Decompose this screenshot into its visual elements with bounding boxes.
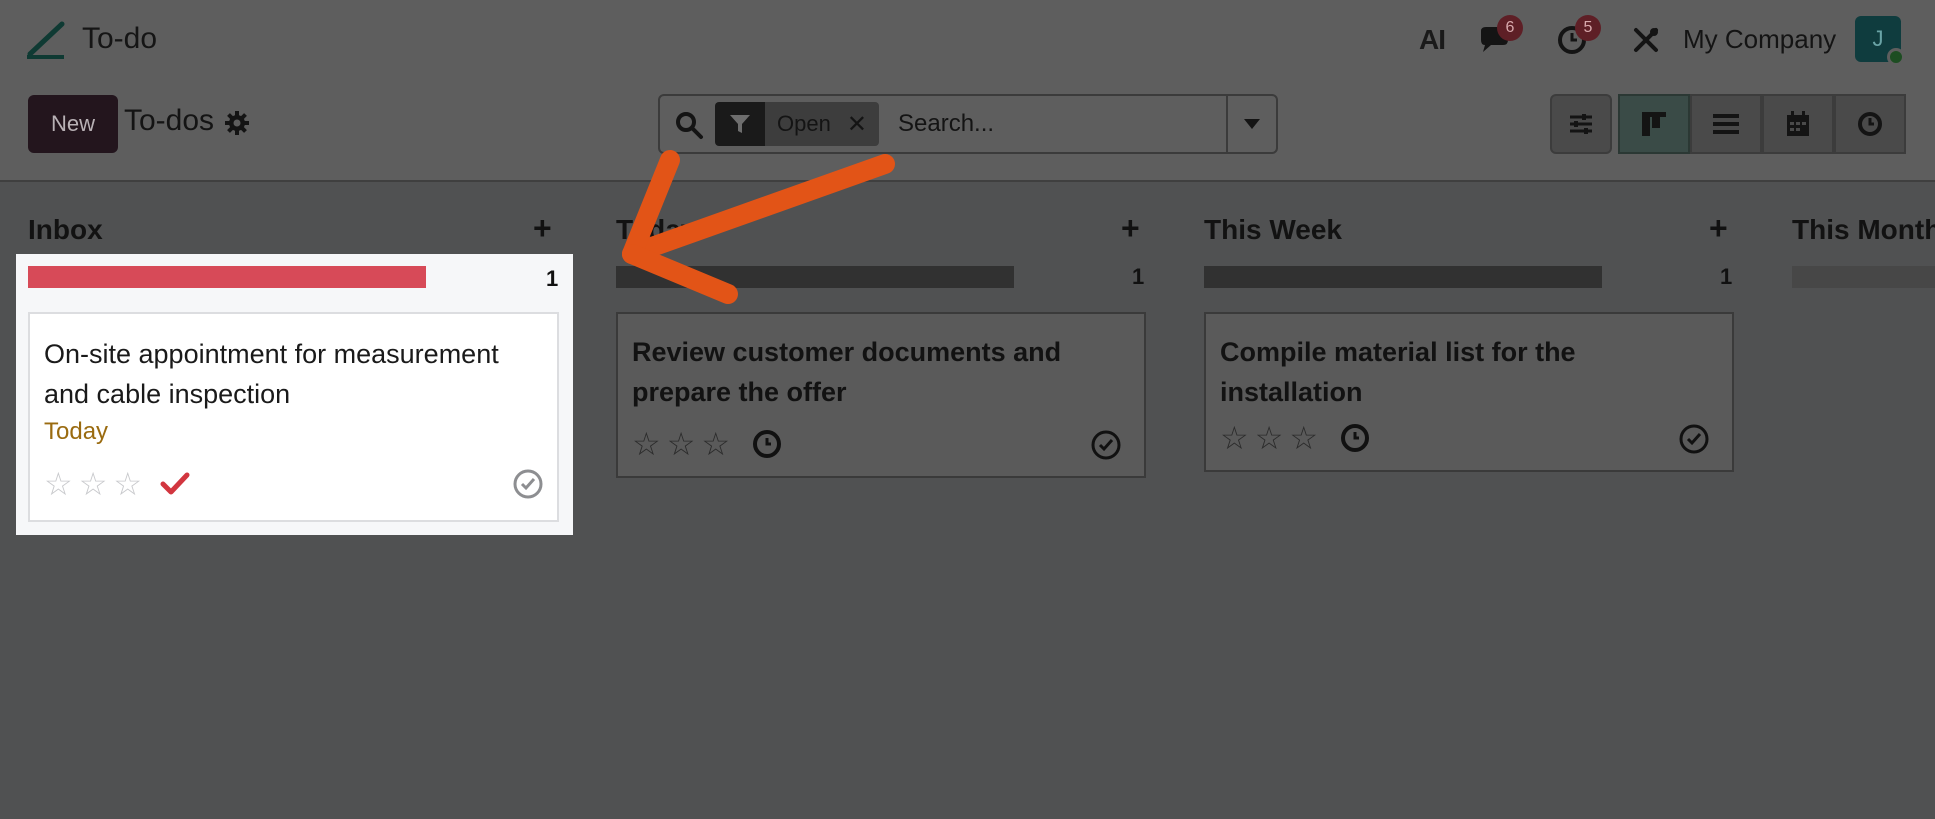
list-icon [1713,114,1739,134]
star-icon[interactable]: ☆ [1289,422,1318,454]
list-view-button[interactable] [1690,94,1762,154]
column-title: This Month [1792,214,1935,245]
view-switcher [1618,94,1906,154]
kanban-card[interactable]: Compile material list for the installati… [1204,312,1734,472]
inbox-count: 1 [546,266,559,291]
caret-down-icon [1244,119,1260,129]
ai-button[interactable]: AI [1412,18,1452,62]
card-title-line2: and cable inspection [44,379,291,409]
search-options-toggle[interactable] [1226,96,1276,152]
activity-clock-icon[interactable] [1340,423,1370,453]
kanban-card[interactable]: Review customer documents and prepare th… [616,312,1146,478]
top-navbar: To-do AI 6 5 My Company J [0,0,1935,82]
column-this-month: This Month [1792,208,1935,298]
mark-done-icon[interactable] [1090,429,1122,461]
activity-clock-icon [1858,112,1882,136]
priority-stars: ☆ ☆ ☆ [632,428,730,460]
star-icon[interactable]: ☆ [1255,422,1284,454]
activities-badge: 5 [1575,15,1601,41]
checkmark-activity-icon[interactable] [160,469,190,499]
column-title: This Week [1204,214,1342,245]
sliders-icon [1570,114,1592,134]
debug-button[interactable] [1628,18,1664,62]
star-icon[interactable]: ☆ [79,468,108,500]
card-footer: ☆ ☆ ☆ [632,426,1130,462]
priority-stars: ☆ ☆ ☆ [1220,422,1318,454]
messages-badge: 6 [1497,15,1523,41]
star-icon[interactable]: ☆ [667,428,696,460]
kanban-card[interactable]: On-site appointment for measurement and … [28,312,559,522]
avatar-initial: J [1872,26,1884,51]
app-name[interactable]: To-do [82,22,157,56]
card-deadline: Today [44,418,109,445]
column-count: 1 [1720,264,1733,289]
search-icon[interactable] [674,110,704,140]
search-input[interactable] [898,106,1198,142]
card-title-line1: On-site appointment for measurement [44,339,499,369]
control-panel: New To-dos Open ✕ [0,82,1935,182]
calendar-view-button[interactable] [1762,94,1834,154]
star-icon[interactable]: ☆ [44,468,73,500]
calendar-icon [1787,111,1809,136]
inbox-progress-bar[interactable] [28,266,426,288]
column-progress-bar[interactable] [1204,266,1602,288]
add-card-plus-icon[interactable]: + [1121,210,1140,247]
kanban-view-button[interactable] [1618,94,1690,154]
star-icon[interactable]: ☆ [632,428,661,460]
page-title: To-dos [124,104,215,137]
gear-icon[interactable] [224,110,250,136]
add-card-plus-icon[interactable]: + [1709,210,1728,247]
card-footer: ☆ ☆ ☆ [1220,420,1718,456]
remove-facet-icon[interactable]: ✕ [847,110,867,139]
filter-panel-button[interactable] [1550,94,1612,154]
todo-pen-icon[interactable] [24,20,68,60]
activity-view-button[interactable] [1834,94,1906,154]
column-count: 1 [1132,264,1145,289]
annotation-arrow [622,150,895,304]
column-progress-bar[interactable] [1792,266,1935,288]
tools-icon [1634,28,1658,52]
ai-label: AI [1419,24,1446,55]
star-icon[interactable]: ☆ [701,428,730,460]
column-title: Inbox [28,214,103,245]
facet-label: Open [777,111,831,136]
star-icon[interactable]: ☆ [113,468,142,500]
presence-dot [1887,48,1905,66]
card-title-line2: prepare the offer [632,377,847,407]
messages-button[interactable]: 6 [1474,15,1523,62]
company-switcher[interactable]: My Company [1683,24,1836,55]
new-button[interactable]: New [28,95,118,153]
user-avatar[interactable]: J [1855,16,1905,66]
add-card-plus-icon[interactable]: + [533,210,552,247]
card-footer: ☆ ☆ ☆ [44,466,544,502]
mark-done-icon[interactable] [512,468,544,500]
card-title-line1: Review customer documents and [632,337,1062,367]
mark-done-icon[interactable] [1678,423,1710,455]
activities-button[interactable]: 5 [1552,15,1601,62]
star-icon[interactable]: ☆ [1220,422,1249,454]
kanban-icon [1642,112,1666,136]
activity-clock-icon[interactable] [752,429,782,459]
card-title-line1: Compile material list for the installati… [1220,337,1576,407]
